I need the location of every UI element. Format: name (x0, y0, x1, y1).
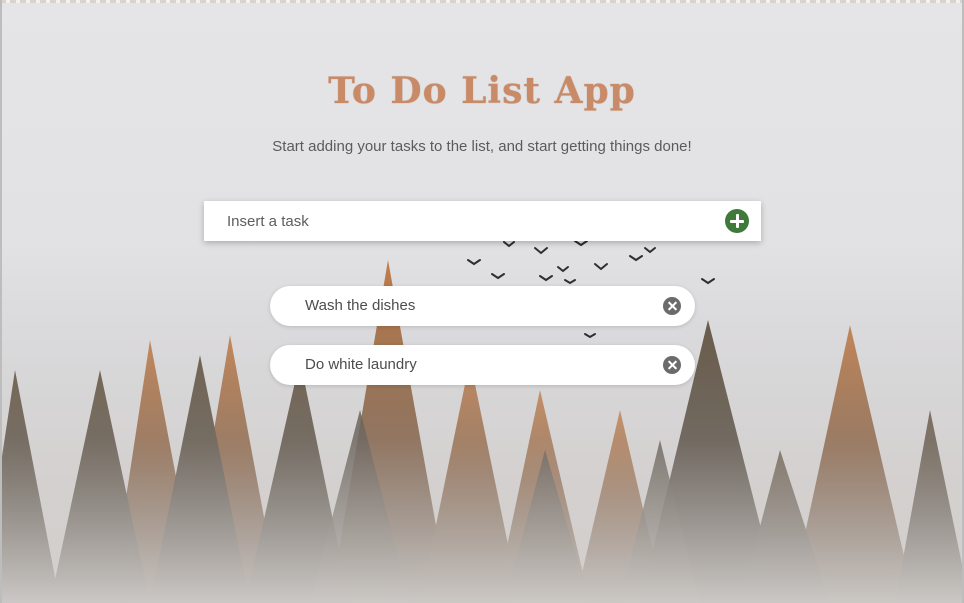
task-list: Wash the dishes Do white laundry (270, 286, 695, 404)
task-text: Do white laundry (305, 356, 417, 373)
task-item[interactable]: Wash the dishes (270, 286, 695, 326)
app-window: To Do List App Start adding your tasks t… (0, 0, 964, 603)
close-circle-icon[interactable] (663, 297, 681, 315)
close-circle-icon[interactable] (663, 356, 681, 374)
page-subtitle: Start adding your tasks to the list, and… (272, 138, 692, 155)
page-title: To Do List App (328, 70, 636, 112)
plus-circle-icon[interactable] (725, 209, 749, 233)
window-top-border (0, 0, 964, 3)
task-input[interactable] (204, 201, 704, 241)
task-input-bar (204, 201, 761, 241)
task-text: Wash the dishes (305, 297, 416, 314)
task-item[interactable]: Do white laundry (270, 345, 695, 385)
